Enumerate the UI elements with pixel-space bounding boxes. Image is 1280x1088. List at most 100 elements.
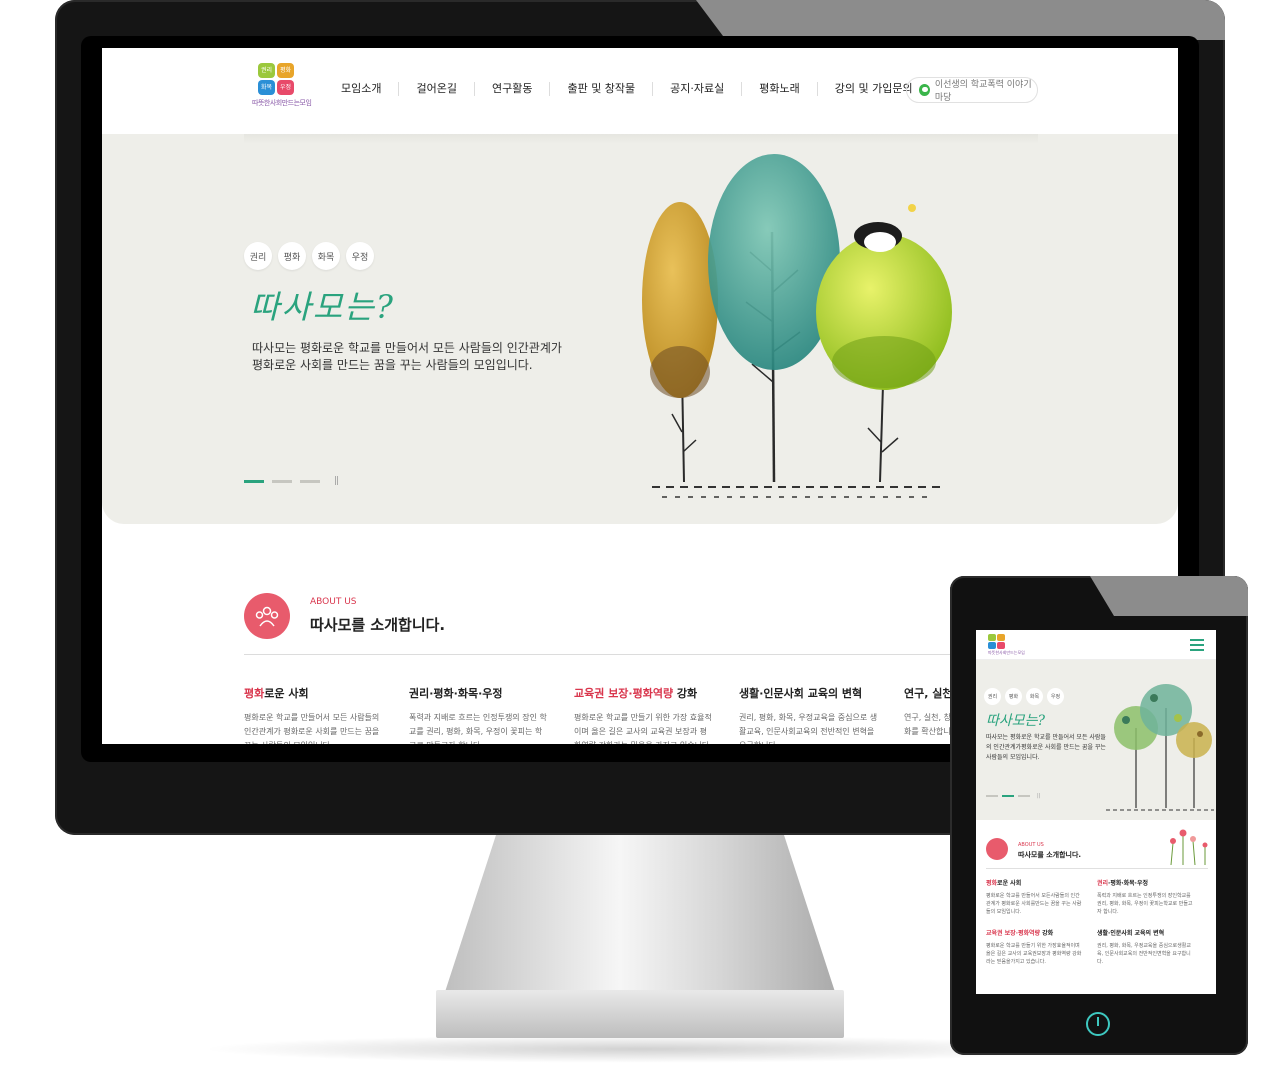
title-highlight: 교육권 보장·평화역량 (986, 930, 1041, 937)
slider-indicator[interactable] (300, 479, 320, 483)
mobile-trees-illustration (1106, 684, 1214, 811)
about-column-text: 평화로운 학교를 만들어서 모든 사람들의 인간관계가 평화로운 사회를 만드는… (244, 713, 380, 744)
hero-pill: 우정 (346, 242, 374, 270)
about-column-title: 권리·평화·화목·우정 (409, 685, 574, 701)
title-rest: 로운 사회 (997, 880, 1022, 887)
mobile-header: 따뜻한사회만드는모임 (976, 630, 1216, 660)
people-glyph-icon (255, 606, 279, 627)
logo-tile (988, 642, 996, 649)
title-highlight: 평화 (986, 880, 998, 887)
mobile-hero-pills: 권리 평화 화목 우정 (984, 688, 1064, 705)
mobile-cell-text: 권리, 평화, 화목, 우정교육을 중심으로생활교육, 인문사회교육의 전반적인… (1097, 943, 1191, 965)
about-column-text: 폭력과 지배로 흐르는 인정투쟁의 장인 학교를 권리, 평화, 화목, 우정이… (409, 713, 547, 744)
main-nav: 모임소개 걸어온길 연구활동 출판 및 창작물 공지·자료실 평화노래 강의 및… (324, 82, 930, 96)
logo-tile: 우정 (277, 80, 294, 95)
hero-pill: 평화 (278, 242, 306, 270)
mobile-cell-text: 평화로운 학교를 만들기 위한 가장효율적이며 옳은 길은 교사의 교육권보장과… (986, 943, 1082, 965)
about-title: 따사모를 소개합니다. (310, 616, 446, 634)
mobile-about-cell: 권리·평화·화목·우정 폭력과 지배로 흐르는 인정투쟁의 장인학교를 권리, … (1097, 878, 1208, 916)
hero-title: 따사모는? (250, 288, 395, 326)
mobile-logo-tiles (988, 634, 1025, 649)
hero-pill: 평화 (1005, 688, 1022, 705)
about-column: 생활·인문사회 교육의 변혁 권리, 평화, 화목, 우정교육을 중심으로 생활… (739, 685, 904, 744)
title-highlight: 교육권 보장·평화역량 (574, 687, 674, 700)
nav-item[interactable]: 연구활동 (475, 82, 551, 96)
about-column-title: 평화로운 사회 (244, 685, 409, 701)
logo-tile: 화목 (258, 80, 275, 95)
title-rest: 로운 사회 (264, 687, 309, 700)
talk-button[interactable]: 이선생의 학교폭력 이야기마당 (906, 77, 1038, 103)
about-column: 교육권 보장·평화역량 강화 평화로운 학교를 만들기 위한 가장 효율적이며 … (574, 685, 739, 744)
mobile-logo[interactable]: 따뜻한사회만드는모임 (988, 634, 1025, 656)
about-column: 평화로운 사회 평화로운 학교를 만들어서 모든 사람들의 인간관계가 평화로운… (244, 685, 409, 744)
title-rest: 권리·평화·화목·우정 (409, 687, 503, 700)
mobile-about-kicker: ABOUT US (1018, 842, 1044, 848)
mobile-about-cell: 평화로운 사회 평화로운 학교를 만들어서 모든사람들의 인간관계가 평화로운 … (986, 878, 1097, 916)
logo-tiles: 권리 평화 화목 우정 (258, 63, 302, 95)
floor-shadow (200, 1035, 1080, 1063)
monitor-stand-neck (444, 835, 836, 995)
hero-description: 따사모는 평화로운 학교를 만들어서 모든 사람들의 인간관계가 평화로운 사회… (252, 341, 562, 372)
nav-item[interactable]: 평화노래 (742, 82, 818, 96)
logo-subtitle: 따뜻한사회만드는모임 (252, 99, 312, 107)
nav-item[interactable]: 걸어온길 (399, 82, 475, 96)
mobile-people-icon (986, 838, 1008, 860)
logo-tile (997, 634, 1005, 641)
menu-line (1190, 639, 1204, 641)
hamburger-menu-icon[interactable] (1190, 639, 1204, 651)
mobile-cell-title: 교육권 보장·평화역량 강화 (986, 928, 1097, 937)
mobile-hero-title: 따사모는? (986, 713, 1046, 729)
about-column-title: 생활·인문사회 교육의 변혁 (739, 685, 904, 701)
pause-icon[interactable]: || (334, 476, 339, 486)
logo-tile: 평화 (277, 63, 294, 78)
nav-item[interactable]: 공지·자료실 (653, 82, 743, 96)
hero-pill: 우정 (1047, 688, 1064, 705)
tablet-screen: 따뜻한사회만드는모임 권리 평화 화목 우정 따사모는? 따사모는 평화로운 학… (976, 630, 1216, 994)
slider-indicator-active[interactable] (1002, 795, 1014, 797)
logo-tile: 권리 (258, 63, 275, 78)
mobile-cell-title: 생활·인문사회 교육의 변혁 (1097, 928, 1208, 937)
about-column-text: 권리, 평화, 화목, 우정교육을 중심으로 생활교육, 인문사회교육의 전반적… (739, 713, 878, 744)
power-icon[interactable] (1086, 1012, 1110, 1036)
mobile-about-title: 따사모를 소개합니다. (1018, 851, 1082, 859)
title-highlight: 평화 (244, 687, 265, 700)
hero-pill: 화목 (1026, 688, 1043, 705)
title-highlight: 권리 (1097, 880, 1109, 887)
mobile-cell-title: 평화로운 사회 (986, 878, 1097, 887)
about-column-title: 교육권 보장·평화역량 강화 (574, 685, 739, 701)
mobile-about-cell: 교육권 보장·평화역량 강화 평화로운 학교를 만들기 위한 가장효율적이며 옳… (986, 928, 1097, 966)
monitor-glare (696, 0, 1225, 40)
mobile-about-divider (986, 868, 1208, 869)
site-header: 권리 평화 화목 우정 따뜻한사회만드는모임 모임소개 걸어온길 연구활동 출판… (102, 48, 1178, 134)
pause-icon[interactable]: || (1037, 793, 1040, 799)
nav-item[interactable]: 출판 및 창작물 (550, 82, 654, 96)
slider-indicator-active[interactable] (244, 479, 264, 483)
hero-pills: 권리 평화 화목 우정 (244, 242, 374, 270)
mobile-cell-title: 권리·평화·화목·우정 (1097, 878, 1208, 887)
mobile-cell-text: 평화로운 학교를 만들어서 모든사람들의 인간관계가 평화로운 사회를만드는 꿈… (986, 893, 1082, 915)
slider-indicator[interactable] (1018, 795, 1030, 797)
talk-button-label: 이선생의 학교폭력 이야기마당 (934, 80, 1032, 103)
about-columns: 평화로운 사회 평화로운 학교를 만들어서 모든 사람들의 인간관계가 평화로운… (244, 685, 1069, 744)
tablet-device: 따뜻한사회만드는모임 권리 평화 화목 우정 따사모는? 따사모는 평화로운 학… (950, 576, 1248, 1055)
about-kicker: ABOUT US (310, 597, 357, 607)
mobile-logo-subtitle: 따뜻한사회만드는모임 (988, 650, 1025, 655)
mobile-slider-controls: || (986, 793, 1040, 799)
logo-tile (988, 634, 996, 641)
mobile-about-cell: 생활·인문사회 교육의 변혁 권리, 평화, 화목, 우정교육을 중심으로생활교… (1097, 928, 1208, 966)
title-rest: ·평화·화목·우정 (1108, 880, 1149, 887)
site-logo[interactable]: 권리 평화 화목 우정 따뜻한사회만드는모임 (252, 63, 312, 115)
title-rest: 강화 (1040, 930, 1054, 937)
hero-pill: 권리 (984, 688, 1001, 705)
chat-bubble-icon (919, 84, 930, 96)
slider-indicator[interactable] (986, 795, 998, 797)
logo-tile (997, 642, 1005, 649)
nav-item[interactable]: 모임소개 (324, 82, 400, 96)
menu-line (1190, 644, 1204, 646)
slider-indicator[interactable] (272, 479, 292, 483)
about-column: 권리·평화·화목·우정 폭력과 지배로 흐르는 인정투쟁의 장인 학교를 권리,… (409, 685, 574, 744)
hero-section: 권리 평화 화목 우정 따사모는? 따사모는 평화로운 학교를 만들어서 모든 … (102, 134, 1178, 524)
mobile-hero: 권리 평화 화목 우정 따사모는? 따사모는 평화로운 학교를 만들어서 모든 … (976, 660, 1216, 820)
hero-pill: 권리 (244, 242, 272, 270)
hero-trees-illustration (642, 154, 952, 498)
